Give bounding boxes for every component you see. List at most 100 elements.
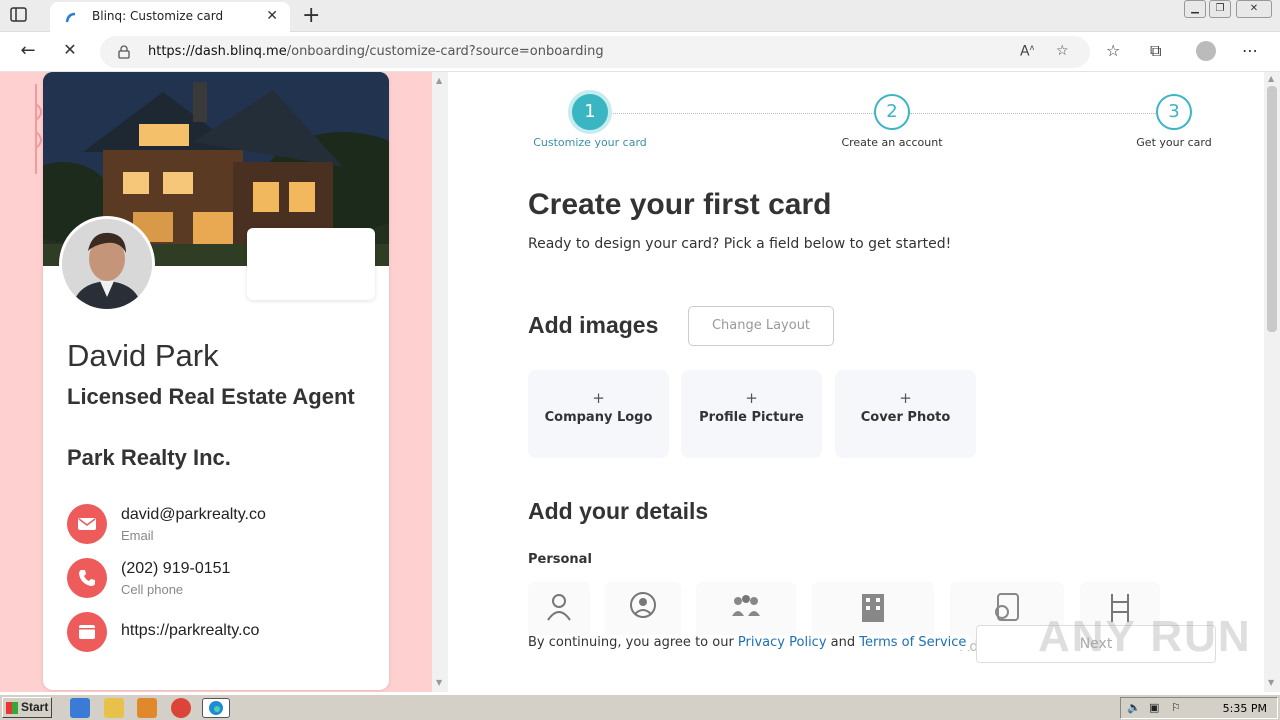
network-icon[interactable]: ▣ xyxy=(1149,701,1159,714)
contact-value: https://parkrealty.co xyxy=(121,622,260,639)
contact-value: (202) 919-0151 xyxy=(121,560,231,577)
add-profile-picture-tile[interactable]: + Profile Picture xyxy=(681,370,822,458)
card-job-title: Licensed Real Estate Agent xyxy=(67,384,355,409)
page-scrollbar[interactable]: ▲ ▼ xyxy=(1264,72,1280,692)
step-label: Create an account xyxy=(841,136,943,149)
close-window-icon[interactable]: ✕ xyxy=(1236,0,1272,18)
add-favorite-icon[interactable]: ☆ xyxy=(1056,43,1069,59)
scroll-down-icon[interactable]: ▼ xyxy=(436,678,442,687)
more-options-icon[interactable]: ⋯ xyxy=(1242,41,1258,60)
os-taskbar: Start 🔈 ▣ ⚐ 5:35 PM xyxy=(0,694,1280,720)
change-layout-button[interactable]: Change Layout xyxy=(688,306,834,346)
terms-and: and xyxy=(826,635,860,650)
contact-label: Email xyxy=(121,528,154,543)
url-text[interactable]: https://dash.blinq.me/onboarding/customi… xyxy=(148,44,604,59)
step-number: 2 xyxy=(874,94,910,130)
scrollbar-thumb[interactable] xyxy=(1267,86,1277,332)
page-subtitle: Ready to design your card? Pick a field … xyxy=(528,236,952,252)
flag-notification-icon[interactable]: ⚐ xyxy=(1171,701,1181,714)
personal-section-label: Personal xyxy=(528,552,592,567)
step-customize-card[interactable]: 1 Customize your card xyxy=(528,94,652,149)
add-company-logo-tile[interactable]: + Company Logo xyxy=(528,370,669,458)
images-heading: Add images xyxy=(528,312,659,338)
preview-scrollbar[interactable]: ▲ ▼ xyxy=(432,72,448,692)
field-name[interactable] xyxy=(528,582,590,642)
tile-label: Company Logo xyxy=(544,410,653,425)
page-title: Create your first card xyxy=(528,188,832,221)
company-logo-slot xyxy=(247,228,375,300)
contact-label: Cell phone xyxy=(121,582,184,597)
watermark-logo: ANY RUN xyxy=(1038,612,1252,661)
scroll-up-icon[interactable]: ▲ xyxy=(1268,74,1274,83)
profile-picture xyxy=(59,216,155,312)
phone-icon xyxy=(67,558,107,598)
person-icon xyxy=(547,594,571,621)
blinq-favicon-icon xyxy=(64,10,78,24)
field-team[interactable] xyxy=(696,582,796,642)
step-number: 1 xyxy=(572,94,608,130)
back-arrow-icon[interactable]: ← xyxy=(16,40,40,61)
business-card-preview: David Park Licensed Real Estate Agent Pa… xyxy=(43,72,389,690)
scroll-up-icon[interactable]: ▲ xyxy=(436,76,442,85)
edge-icon[interactable] xyxy=(202,698,230,718)
profile-badge-icon xyxy=(630,592,656,618)
profile-avatar-icon[interactable] xyxy=(1196,41,1216,61)
step-number: 3 xyxy=(1156,94,1192,130)
address-bar[interactable]: https://dash.blinq.me/onboarding/customi… xyxy=(100,36,1090,68)
scroll-down-icon[interactable]: ▼ xyxy=(1268,678,1274,687)
tab-title: Blinq: Customize card xyxy=(92,9,224,23)
contact-phone: (202) 919-0151 Cell phone xyxy=(67,558,367,602)
lock-icon[interactable] xyxy=(118,44,130,59)
close-tab-icon[interactable]: ✕ xyxy=(266,8,278,24)
media-player-icon[interactable] xyxy=(137,698,157,718)
field-company[interactable] xyxy=(812,582,934,642)
chrome-icon[interactable] xyxy=(171,698,191,718)
system-tray: 🔈 ▣ ⚐ 5:35 PM xyxy=(1120,697,1278,719)
new-tab-icon[interactable]: + xyxy=(302,3,320,28)
url-host: https://dash.blinq.me xyxy=(148,44,287,59)
onboarding-panel: 1 Customize your card 2 Create an accoun… xyxy=(448,72,1264,692)
browser-tab-active[interactable]: Blinq: Customize card ✕ xyxy=(50,2,290,32)
tile-label: Cover Photo xyxy=(860,410,951,425)
windows-flag-icon xyxy=(6,702,18,714)
step-get-card[interactable]: 3 Get your card xyxy=(1128,94,1220,149)
restore-window-icon[interactable]: ❐ xyxy=(1209,0,1231,18)
contact-value: david@parkrealty.co xyxy=(121,506,266,523)
building-icon xyxy=(862,594,884,622)
add-cover-photo-tile[interactable]: + Cover Photo xyxy=(835,370,976,458)
collections-icon[interactable]: ⧉ xyxy=(1150,41,1161,61)
step-label: Customize your card xyxy=(533,136,647,149)
mail-icon xyxy=(67,504,107,544)
browser-navbar: ← ✕ https://dash.blinq.me/onboarding/cus… xyxy=(0,32,1280,72)
privacy-policy-link[interactable]: Privacy Policy xyxy=(738,635,827,650)
read-aloud-icon[interactable]: Aʌ xyxy=(1020,43,1034,60)
browser-tab-strip: Blinq: Customize card ✕ + ▁ ❐ ✕ xyxy=(0,0,1280,32)
plus-icon: + xyxy=(592,389,605,407)
step-create-account[interactable]: 2 Create an account xyxy=(832,94,952,149)
explorer-folder-icon[interactable] xyxy=(104,698,124,718)
volume-icon[interactable]: 🔈 xyxy=(1127,701,1141,714)
plus-icon: + xyxy=(899,389,912,407)
favorites-icon[interactable]: ☆ xyxy=(1106,41,1120,60)
terms-notice: By continuing, you agree to our Privacy … xyxy=(528,635,971,650)
ie-icon[interactable] xyxy=(70,698,90,718)
group-icon xyxy=(732,595,760,616)
start-label: Start xyxy=(21,700,49,714)
minimize-window-icon[interactable]: ▁ xyxy=(1184,0,1206,18)
card-company: Park Realty Inc. xyxy=(67,445,231,470)
url-path: /onboarding/customize-card?source=onboar… xyxy=(286,44,604,59)
contact-website: https://parkrealty.co xyxy=(67,612,367,656)
stop-loading-icon[interactable]: ✕ xyxy=(58,40,82,59)
tab-actions-icon[interactable] xyxy=(10,7,30,25)
step-label: Get your card xyxy=(1136,136,1212,149)
id-badge-icon xyxy=(995,593,1019,621)
start-button[interactable]: Start xyxy=(2,697,52,718)
contact-email: david@parkrealty.co Email xyxy=(67,504,367,548)
field-profile[interactable] xyxy=(605,582,681,642)
terms-of-service-link[interactable]: Terms of Service xyxy=(859,635,966,650)
browser-icon xyxy=(67,612,107,652)
terms-prefix: By continuing, you agree to our xyxy=(528,635,738,650)
card-preview-area: David Park Licensed Real Estate Agent Pa… xyxy=(0,72,432,692)
plus-icon: + xyxy=(745,389,758,407)
details-heading: Add your details xyxy=(528,498,709,524)
